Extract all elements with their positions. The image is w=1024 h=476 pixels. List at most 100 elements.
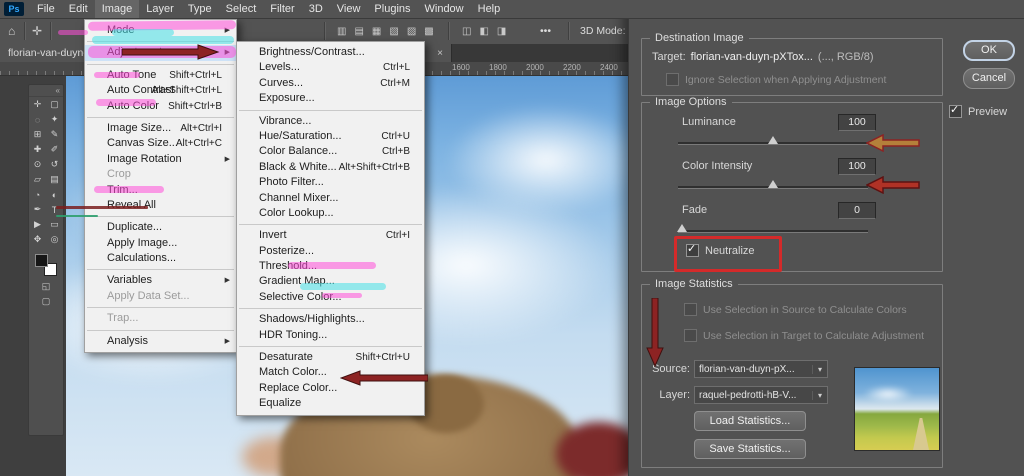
menu-item-shadows-highlights[interactable]: Shadows/Highlights... — [237, 312, 424, 327]
menu-item-duplicate[interactable]: Duplicate... — [85, 220, 236, 235]
menu-item-channel-mixer[interactable]: Channel Mixer... — [237, 191, 424, 206]
luminance-value[interactable]: 100 — [838, 114, 876, 131]
menu-item-curves[interactable]: Curves...Ctrl+M — [237, 76, 424, 91]
menubar-view[interactable]: View — [330, 0, 368, 18]
color-intensity-slider[interactable] — [678, 180, 868, 190]
save-statistics-button[interactable]: Save Statistics... — [694, 439, 806, 459]
dodge-tool-icon[interactable]: ◐ — [46, 187, 63, 202]
move-tool-icon[interactable]: ✛ — [29, 97, 46, 112]
blur-tool-icon[interactable]: ◔ — [29, 187, 46, 202]
menu-item-desaturate[interactable]: DesaturateShift+Ctrl+U — [237, 350, 424, 365]
fade-slider[interactable] — [678, 224, 868, 234]
distribute-icon[interactable]: ◨ — [497, 26, 506, 37]
path-selection-tool-icon[interactable]: ▶ — [29, 217, 46, 232]
gradient-tool-icon[interactable]: ▤ — [46, 172, 63, 187]
photoshop-logo-icon[interactable]: Ps — [4, 2, 24, 16]
menubar-edit[interactable]: Edit — [62, 0, 95, 18]
distribute-icons[interactable]: ◫ ◧ ◨ — [462, 18, 506, 44]
align-icon[interactable]: ▥ — [337, 26, 346, 37]
load-statistics-button[interactable]: Load Statistics... — [694, 411, 806, 431]
menu-item-brightness-contrast[interactable]: Brightness/Contrast... — [237, 45, 424, 60]
menu-item-calculations[interactable]: Calculations... — [85, 251, 236, 266]
align-icon[interactable]: ▦ — [372, 26, 381, 37]
menubar-image[interactable]: Image — [95, 0, 140, 18]
shape-tool-icon[interactable]: ▭ — [46, 217, 63, 232]
eyedropper-tool-icon[interactable]: ✎ — [46, 127, 63, 142]
fade-value[interactable]: 0 — [838, 202, 876, 219]
menu-item-black-white[interactable]: Black & White...Alt+Shift+Ctrl+B — [237, 160, 424, 175]
color-swatches[interactable] — [29, 251, 63, 279]
marquee-tool-icon[interactable]: ▢ — [46, 97, 63, 112]
distribute-icon[interactable]: ◧ — [479, 26, 488, 37]
foreground-color-swatch[interactable] — [35, 254, 48, 267]
menu-item-invert[interactable]: InvertCtrl+I — [237, 228, 424, 243]
zoom-tool-icon[interactable]: ◎ — [46, 232, 63, 247]
slider-thumb[interactable] — [768, 180, 778, 188]
menu-item-vibrance[interactable]: Vibrance... — [237, 114, 424, 129]
dropdown-arrow-icon[interactable]: ▾ — [812, 391, 827, 400]
menu-item-analysis[interactable]: Analysis▶ — [85, 334, 236, 349]
menubar-layer[interactable]: Layer — [139, 0, 181, 18]
menu-item-exposure[interactable]: Exposure... — [237, 91, 424, 106]
menu-item-image-rotation[interactable]: Image Rotation▶ — [85, 152, 236, 167]
align-icon[interactable]: ▩ — [424, 26, 433, 37]
lasso-tool-icon[interactable]: ◌ — [29, 112, 46, 127]
menu-item-hdr-toning[interactable]: HDR Toning... — [237, 328, 424, 343]
menu-item-photo-filter[interactable]: Photo Filter... — [237, 175, 424, 190]
eraser-tool-icon[interactable]: ▱ — [29, 172, 46, 187]
home-icon[interactable]: ⌂ — [8, 18, 15, 44]
crop-tool-icon[interactable]: ⊞ — [29, 127, 46, 142]
thumbnail-path — [913, 418, 929, 450]
screen-mode-icon[interactable]: ▢ — [42, 296, 51, 307]
healing-brush-tool-icon[interactable]: ✚ — [29, 142, 46, 157]
preview-label: Preview — [968, 106, 1007, 118]
more-options-icon[interactable]: ••• — [540, 18, 551, 44]
quick-mask-icon[interactable]: ◱ — [42, 281, 51, 292]
menu-item-label: Duplicate... — [107, 221, 162, 233]
source-dropdown[interactable]: florian-van-duyn-pX... ▾ — [694, 360, 828, 378]
menu-item-color-balance[interactable]: Color Balance...Ctrl+B — [237, 144, 424, 159]
luminance-slider[interactable] — [678, 136, 868, 146]
preview-checkbox[interactable]: ✓ — [949, 105, 962, 118]
distribute-icon[interactable]: ◫ — [462, 26, 471, 37]
brush-tool-icon[interactable]: ✐ — [46, 142, 63, 157]
hand-tool-icon[interactable]: ✥ — [29, 232, 46, 247]
tab-close-icon[interactable]: × — [437, 48, 443, 59]
history-brush-tool-icon[interactable]: ↺ — [46, 157, 63, 172]
slider-thumb[interactable] — [677, 224, 687, 232]
menu-item-equalize[interactable]: Equalize — [237, 396, 424, 411]
menubar-help[interactable]: Help — [471, 0, 508, 18]
menu-item-variables[interactable]: Variables▶ — [85, 273, 236, 288]
menu-item-image-size[interactable]: Image Size...Alt+Ctrl+I — [85, 121, 236, 136]
3d-mode-label: 3D Mode: — [580, 18, 626, 44]
ok-button[interactable]: OK — [963, 40, 1015, 61]
menu-item-levels[interactable]: Levels...Ctrl+L — [237, 60, 424, 75]
clone-stamp-tool-icon[interactable]: ⊙ — [29, 157, 46, 172]
color-intensity-value[interactable]: 100 — [838, 158, 876, 175]
menubar-window[interactable]: Window — [418, 0, 471, 18]
menu-item-auto-contrast[interactable]: Auto ContrastAlt+Shift+Ctrl+L — [85, 83, 236, 98]
menubar-filter[interactable]: Filter — [263, 0, 301, 18]
menu-item-apply-image[interactable]: Apply Image... — [85, 236, 236, 251]
cancel-button[interactable]: Cancel — [963, 68, 1015, 89]
slider-thumb[interactable] — [768, 136, 778, 144]
menubar-3d[interactable]: 3D — [302, 0, 330, 18]
layer-dropdown[interactable]: raquel-pedrotti-hB-V... ▾ — [694, 386, 828, 404]
menu-item-hue-saturation[interactable]: Hue/Saturation...Ctrl+U — [237, 129, 424, 144]
align-icon[interactable]: ▨ — [407, 26, 416, 37]
pen-tool-icon[interactable]: ✒ — [29, 202, 46, 217]
menu-item-label: Replace Color... — [259, 382, 337, 394]
menubar-file[interactable]: File — [30, 0, 62, 18]
menu-item-posterize[interactable]: Posterize... — [237, 244, 424, 259]
dropdown-arrow-icon[interactable]: ▾ — [812, 365, 827, 374]
menu-item-canvas-size[interactable]: Canvas Size...Alt+Ctrl+C — [85, 136, 236, 151]
align-icon[interactable]: ▧ — [389, 26, 398, 37]
align-icon[interactable]: ▤ — [354, 26, 363, 37]
quick-selection-tool-icon[interactable]: ✦ — [46, 112, 63, 127]
toolbar-collapse-icon[interactable]: « — [29, 85, 63, 97]
menubar-select[interactable]: Select — [219, 0, 264, 18]
menubar-type[interactable]: Type — [181, 0, 219, 18]
move-tool-option-icon[interactable]: ✛ — [32, 18, 42, 44]
menubar-plugins[interactable]: Plugins — [367, 0, 417, 18]
menu-item-color-lookup[interactable]: Color Lookup... — [237, 206, 424, 221]
